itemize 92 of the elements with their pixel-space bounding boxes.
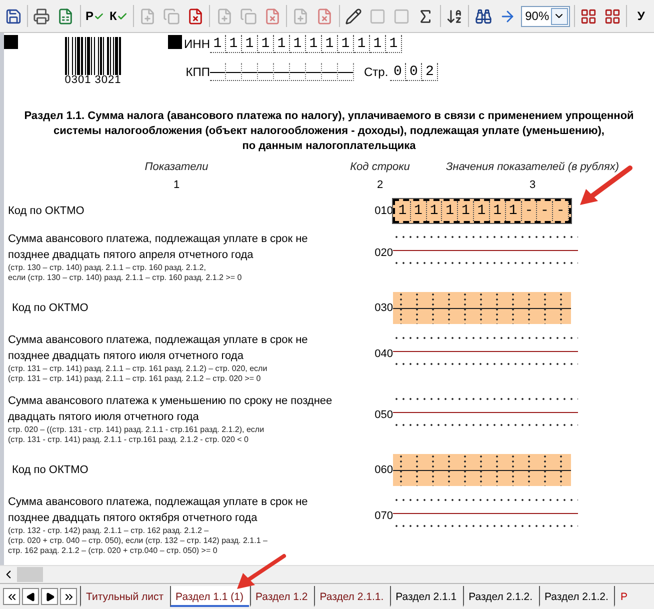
toolbar-button[interactable]: У <box>631 5 652 27</box>
printer-icon <box>33 8 50 24</box>
check-button[interactable]: К <box>108 5 129 27</box>
sheet-tab[interactable]: Титульный лист <box>80 586 169 607</box>
sheet-tab[interactable]: Раздел 2.1.1 <box>390 586 462 607</box>
inn-cell[interactable]: 1 <box>290 35 306 53</box>
column-heading: Показатели <box>144 161 210 173</box>
inn-cell[interactable]: 1 <box>226 35 242 53</box>
inn-cell[interactable]: 1 <box>258 35 274 53</box>
delete-icon <box>316 8 334 24</box>
inn-cell[interactable]: 1 <box>322 35 338 53</box>
row-code: 070 <box>374 509 393 522</box>
page-cell[interactable]: 2 <box>422 63 438 81</box>
page-cell[interactable]: 0 <box>406 63 422 81</box>
add-page-icon <box>216 8 233 24</box>
zoom-select[interactable]: 90% <box>521 6 570 26</box>
inn-cell[interactable]: 1 <box>274 35 290 53</box>
kpp-label: КПП <box>184 65 210 79</box>
next-sheet-button[interactable] <box>41 588 58 605</box>
oktmo-field[interactable]: 1 1 1 1 1 1 1 1 - - - <box>393 199 571 223</box>
copy-icon <box>162 8 180 24</box>
marker-square <box>168 35 182 49</box>
formula-note: стр. 162 разд. 2.1.2 – (стр. 020 + стр.040 – стр. 050) >= 0 <box>8 546 218 556</box>
page-label: Стр. <box>364 65 388 79</box>
row-code: 030 <box>374 301 393 314</box>
page-cell[interactable]: 0 <box>390 63 406 81</box>
last-sheet-button[interactable] <box>60 588 77 605</box>
formula-note: (стр. 131 - стр. 141) разд. 2.1.1 - стр.161 разд. 2.1.2 - стр. 020 < 0 <box>8 435 250 445</box>
inn-cell[interactable]: 1 <box>306 35 322 53</box>
sheet-tab[interactable]: Раздел 2.1.2. <box>462 586 538 607</box>
formula-note: (стр. 132 - стр. 142) разд. 2.1.1 – стр. 162 разд. 2.1.2 – <box>8 526 210 536</box>
binoculars-icon <box>474 8 492 24</box>
oktmo-field[interactable] <box>393 292 571 324</box>
section-title: Раздел 1.1. Сумма налога (авансового платежа по налогу), уплачиваемого в связи с применением упрощенной системы налогообложения (объект налогообложения - доходы), подлежащая уплате (уменьшению), по данным налогоплательщика <box>23 109 635 154</box>
sheet-tab[interactable]: Раздел 2.1.2. <box>538 586 614 607</box>
sheet-tab[interactable]: Раздел 1.1 (1) <box>170 586 249 607</box>
grid-icon <box>604 8 621 24</box>
spreadsheet-icon <box>57 8 74 24</box>
row-code: 050 <box>374 408 393 421</box>
inn-cell[interactable]: 1 <box>386 35 402 53</box>
pencil-icon <box>345 8 362 24</box>
block-icon <box>369 8 386 24</box>
column-heading: Код строки <box>349 161 411 173</box>
formula-note: если (стр. 130 – стр. 140) разд. 2.1.1 – стр. 160 разд. 2.1.2 >= 0 <box>8 273 243 283</box>
row-label: Сумма авансового платежа к уменьшению по сроку не позднее двадцать пятого июля отчетного года <box>8 394 334 425</box>
add-page-icon <box>138 8 156 24</box>
row-code: 010 <box>374 204 393 217</box>
formula-note: (стр. 131 – стр. 141) разд. 2.1.1 – стр. 161 разд. 2.1.2 – стр. 020 >= 0 <box>8 374 262 384</box>
inn-cell[interactable]: 1 <box>354 35 370 53</box>
formula-note: (стр. 131 – стр. 141) разд. 2.1.1 – стр. 161 разд. 2.1.2) – стр. 020, если <box>8 364 268 374</box>
delete-icon <box>186 8 204 24</box>
row-label: Сумма авансового платежа, подлежащая уплате в срок не позднее двадцать пятого октября отчетного года <box>8 495 309 526</box>
sheet-tab[interactable]: Раздел 2.1.1. <box>314 586 389 607</box>
formula-note: (стр. 130 – стр. 140) разд. 2.1.1 – стр. 160 разд. 2.1.2, <box>8 263 207 273</box>
row-label: Сумма авансового платежа, подлежащая уплате в срок не позднее двадцать пятого июля отчетного года <box>8 333 309 364</box>
first-sheet-button[interactable] <box>3 588 20 605</box>
barcode-number: 0301 3021 <box>64 75 122 86</box>
add-page-icon <box>292 8 310 24</box>
inn-cell[interactable]: 1 <box>210 35 226 53</box>
inn-label: ИНН <box>184 37 210 51</box>
row-code: 020 <box>374 246 393 259</box>
grid-icon <box>580 8 597 24</box>
sort-icon <box>446 8 463 24</box>
scroll-thumb[interactable] <box>17 567 43 582</box>
column-number: 3 <box>528 179 537 191</box>
kpp-field[interactable] <box>210 63 354 81</box>
column-heading: Значения показателей (в рублях) <box>444 161 620 173</box>
row-label: Код по ОКТМО <box>12 301 90 316</box>
annotation-arrow <box>237 554 286 589</box>
inn-cell[interactable]: 1 <box>338 35 354 53</box>
inn-cell[interactable]: 1 <box>242 35 258 53</box>
row-label: Сумма авансового платежа, подлежащая уплате в срок не позднее двадцать пятого апреля отчетного года <box>8 232 309 263</box>
sheet-tab[interactable]: Р <box>614 586 632 607</box>
formula-note: (стр. 020 + стр. 040 – стр. 050), если (стр. 132 – стр. 142) разд. 2.1.1 – <box>8 536 268 546</box>
row-label: Код по ОКТМО <box>12 463 90 478</box>
marker-square <box>4 35 18 49</box>
previous-sheet-button[interactable] <box>22 588 39 605</box>
row-code: 040 <box>374 347 393 360</box>
oktmo-field[interactable] <box>393 454 571 486</box>
formula-note: стр. 020 – ((стр. 131 - стр. 141) разд. 2.1.1 - стр.161 разд. 2.1.2), если <box>8 425 266 435</box>
delete-icon <box>264 8 281 24</box>
row-label: Код по ОКТМО <box>8 204 86 219</box>
column-number: 2 <box>376 179 384 191</box>
inn-cell[interactable]: 1 <box>370 35 386 53</box>
triangle-right-icon <box>44 592 54 602</box>
column-number: 1 <box>172 179 181 191</box>
block-icon <box>393 8 410 24</box>
save-icon <box>4 8 22 24</box>
row-code: 060 <box>374 463 393 476</box>
copy-icon <box>240 8 257 24</box>
triangle-left-icon <box>26 592 36 602</box>
check-button[interactable]: Р <box>84 5 105 27</box>
